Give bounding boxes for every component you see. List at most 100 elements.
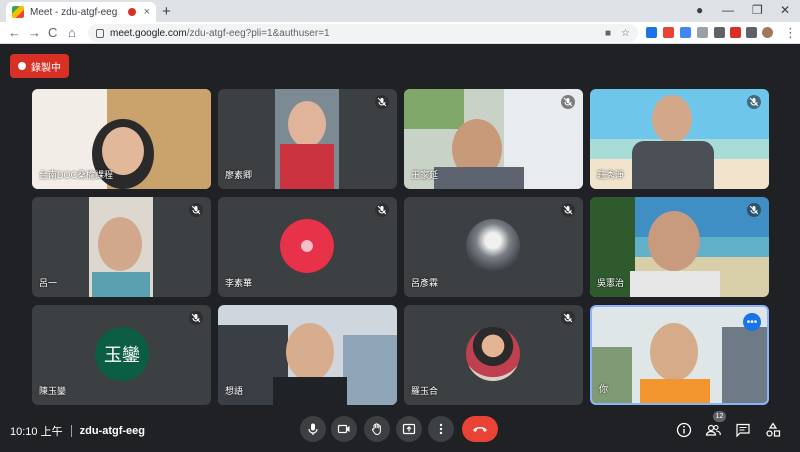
participant-tile[interactable]: 羅玉合: [404, 305, 583, 405]
mic-off-icon: [375, 95, 389, 109]
home-button[interactable]: ⌂: [68, 25, 76, 40]
participant-avatar: [466, 327, 520, 381]
participant-clothes: [280, 144, 334, 189]
participant-tile[interactable]: 莊秀淨: [590, 89, 769, 189]
meet-stage: 錄製中 台南DOC桑榆課程 廖素卿 王家延 莊秀淨 呂一 李素華 呂彥霖 吳憲治…: [0, 44, 800, 452]
participant-tile[interactable]: 呂彥霖: [404, 197, 583, 297]
background-plant: [404, 89, 464, 129]
participant-tile[interactable]: 呂一: [32, 197, 211, 297]
lock-icon: [96, 28, 104, 38]
participant-face: [288, 101, 326, 147]
camera-icon: [337, 424, 350, 434]
participant-tile[interactable]: 李素華: [218, 197, 397, 297]
more-options-button[interactable]: [428, 416, 454, 442]
hand-icon: [371, 423, 381, 435]
participant-face: [98, 217, 142, 271]
extension-icon[interactable]: [730, 27, 741, 38]
participant-face: [286, 323, 334, 381]
close-window-button[interactable]: ✕: [780, 3, 790, 17]
participant-tile[interactable]: 吳憲治: [590, 197, 769, 297]
back-button[interactable]: ←: [8, 25, 21, 40]
participant-face: [652, 95, 692, 143]
mic-off-icon: [189, 203, 203, 217]
minimize-button[interactable]: —: [722, 3, 734, 17]
mic-off-icon: [375, 203, 389, 217]
self-view-tile[interactable]: ••• 你: [590, 305, 769, 405]
extension-icon[interactable]: [663, 27, 674, 38]
participant-name: 你: [599, 384, 609, 394]
participant-name: 呂彥霖: [411, 278, 439, 288]
tab-close-button[interactable]: ×: [144, 6, 150, 18]
participant-clothes: [632, 141, 714, 189]
profile-dropdown-icon[interactable]: ●: [696, 3, 703, 17]
participant-name: 莊秀淨: [597, 170, 625, 180]
browser-menu-button[interactable]: ⋮: [784, 25, 797, 41]
participant-face: [650, 323, 698, 381]
extension-icon[interactable]: [646, 27, 657, 38]
forward-button[interactable]: →: [28, 25, 41, 40]
activities-button[interactable]: [764, 421, 782, 439]
mic-off-icon: [189, 311, 203, 325]
reload-button[interactable]: C: [48, 25, 57, 40]
url-text: meet.google.com/zdu-atgf-eeg?pli=1&authu…: [110, 27, 330, 39]
activities-icon: [766, 422, 781, 437]
extension-icon[interactable]: [680, 27, 691, 38]
address-bar[interactable]: meet.google.com/zdu-atgf-eeg?pli=1&authu…: [88, 24, 638, 42]
recording-badge: 錄製中: [10, 54, 69, 78]
browser-tab-strip: Meet - zdu-atgf-eeg × + ● — ❐ ✕: [0, 0, 800, 22]
extensions-puzzle-icon[interactable]: [746, 27, 757, 38]
participants-button[interactable]: [704, 421, 722, 439]
background-shelf: [343, 335, 397, 405]
mic-off-icon: [561, 203, 575, 217]
participant-name: 想語: [225, 386, 244, 396]
participant-clothes: [434, 167, 524, 189]
background-plant: [592, 347, 632, 403]
present-icon: [402, 423, 416, 435]
divider: [70, 425, 72, 437]
participant-clothes: [92, 272, 150, 297]
browser-toolbar: ← → C ⌂ meet.google.com/zdu-atgf-eeg?pli…: [0, 22, 800, 44]
participant-count-badge: 12: [713, 411, 726, 422]
new-tab-button[interactable]: +: [162, 3, 171, 20]
participant-name: 廖素卿: [225, 170, 253, 180]
participant-clothes: [640, 379, 710, 403]
participant-name: 呂一: [39, 278, 58, 288]
people-icon: [705, 424, 721, 436]
participant-tile[interactable]: 玉鑾 陳玉鑾: [32, 305, 211, 405]
maximize-button[interactable]: ❐: [752, 3, 763, 17]
participant-tile[interactable]: 廖素卿: [218, 89, 397, 189]
mic-off-icon: [747, 203, 761, 217]
extension-icon[interactable]: [697, 27, 708, 38]
participant-name: 李素華: [225, 278, 253, 288]
recording-dot-icon: [18, 62, 26, 70]
participant-tile[interactable]: 想語: [218, 305, 397, 405]
participant-tile[interactable]: 台南DOC桑榆課程: [32, 89, 211, 189]
more-options-button[interactable]: •••: [743, 313, 761, 331]
browser-tab[interactable]: Meet - zdu-atgf-eeg ×: [6, 2, 156, 22]
mic-off-icon: [561, 311, 575, 325]
background-shelf: [722, 327, 767, 403]
profile-avatar[interactable]: [762, 27, 773, 38]
raise-hand-button[interactable]: [364, 416, 390, 442]
mic-off-icon: [747, 95, 761, 109]
microphone-icon: [308, 423, 318, 435]
camera-button[interactable]: [331, 416, 357, 442]
mic-off-icon: [561, 95, 575, 109]
bottom-control-bar: 10:10 上午 zdu-atgf-eeg 12: [0, 408, 800, 452]
participant-name: 羅玉合: [411, 386, 439, 396]
chat-button[interactable]: [734, 421, 752, 439]
recording-indicator-icon: [127, 8, 136, 16]
meeting-details-button[interactable]: [675, 421, 693, 439]
participant-name: 吳憲治: [597, 278, 625, 288]
microphone-button[interactable]: [300, 416, 326, 442]
participant-tile[interactable]: 王家延: [404, 89, 583, 189]
info-icon: [676, 422, 692, 438]
meet-favicon-icon: [12, 6, 24, 18]
recording-label: 錄製中: [31, 62, 61, 74]
present-screen-button[interactable]: [396, 416, 422, 442]
more-vert-icon: [439, 423, 443, 435]
leave-call-button[interactable]: [462, 416, 498, 442]
camera-permission-icon[interactable]: ■: [605, 28, 611, 39]
extension-icon[interactable]: [714, 27, 725, 38]
bookmark-star-icon[interactable]: ☆: [621, 28, 630, 39]
